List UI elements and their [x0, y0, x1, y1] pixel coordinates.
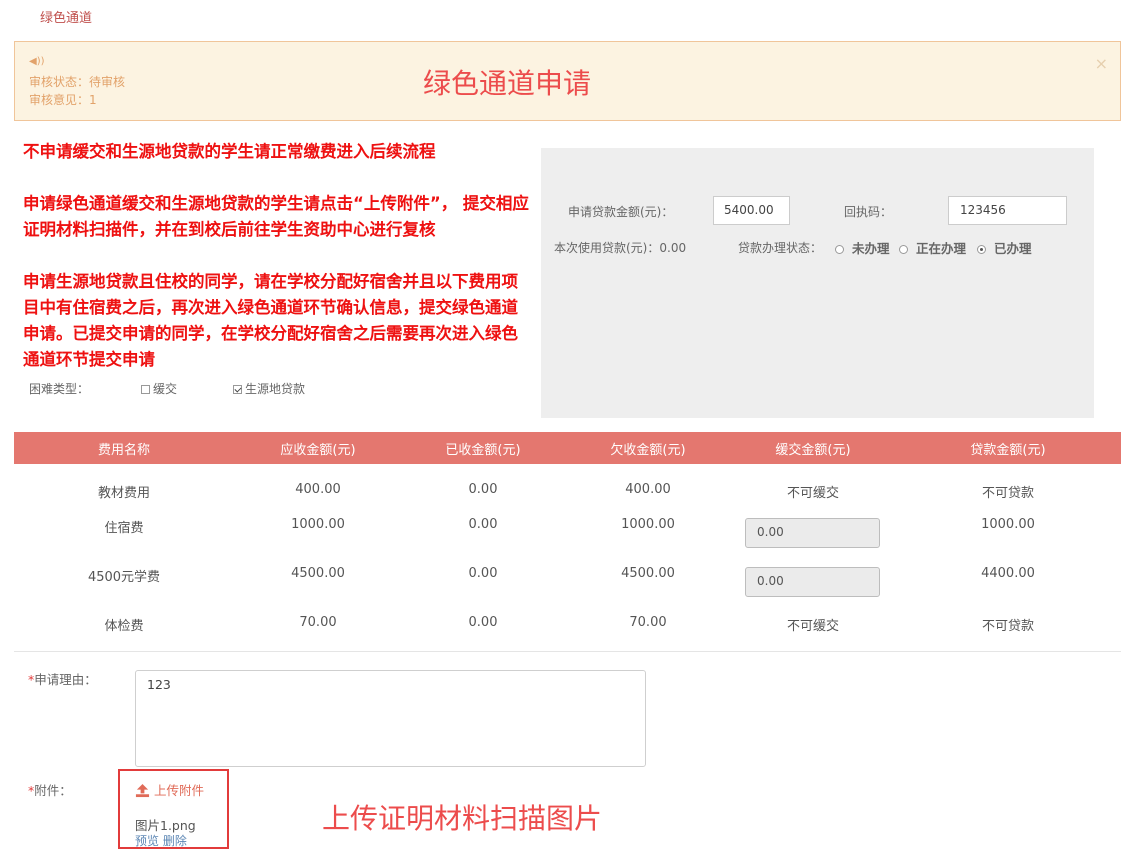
defer-amount: 不可缓交	[786, 619, 840, 634]
header-paid-amount: 已收金额(元)	[445, 443, 521, 458]
paid-amount: 0.00	[468, 566, 498, 581]
loan-amount: 不可贷款	[981, 486, 1035, 501]
receipt-code-label: 回执码：	[844, 205, 893, 219]
loan-status-label: 贷款办理状态：	[738, 241, 823, 255]
preview-link[interactable]: 预览	[135, 834, 159, 848]
defer-amount-input[interactable]: 0.00	[745, 518, 880, 548]
instruction-line: 申请生源地贷款且住校的同学，请在学校分配好宿舍并且以下费用项目中有住宿费之后，再…	[23, 272, 518, 369]
annotation-upload-scan: 上传证明材料扫描图片	[322, 802, 603, 835]
loan-status-not-processed[interactable]: 未办理	[835, 238, 890, 257]
defer-amount-input[interactable]: 0.00	[745, 567, 880, 597]
loan-status-processing[interactable]: 正在办理	[899, 238, 966, 257]
owed-amount: 4500.00	[621, 566, 675, 581]
review-notice: ◀)) 审核状态：待审核 审核意见：1 绿色通道申请 ×	[14, 41, 1121, 121]
radio-icon	[835, 245, 844, 254]
annotation-green-channel: 绿色通道申请	[423, 67, 592, 100]
divider	[14, 651, 1121, 652]
hardship-option-loan[interactable]: 生源地贷款	[233, 380, 305, 397]
upload-icon	[135, 783, 150, 798]
radio-icon	[899, 245, 908, 254]
due-amount: 1000.00	[291, 517, 345, 532]
fee-table-header: 费用名称 应收金额(元) 已收金额(元) 欠收金额(元) 缓交金额(元) 贷款金…	[14, 432, 1121, 464]
upload-attachment-button[interactable]: 上传附件	[135, 780, 204, 799]
page-title: 绿色通道	[40, 11, 93, 26]
header-defer-amount: 缓交金额(元)	[775, 443, 851, 458]
paid-amount: 0.00	[468, 615, 498, 630]
receipt-code-input[interactable]: 123456	[948, 196, 1067, 225]
loan-amount: 1000.00	[981, 517, 1035, 532]
checkbox-checked-icon	[233, 385, 242, 394]
defer-amount: 不可缓交	[786, 486, 840, 501]
fee-name: 4500元学费	[87, 570, 161, 585]
radio-checked-icon	[977, 245, 986, 254]
instruction-line: 申请绿色通道缓交和生源地贷款的学生请点击“上传附件”， 提交相应证明材料扫描件，…	[23, 194, 529, 239]
reason-label: *申请理由：	[28, 672, 97, 687]
attachment-label: *附件：	[28, 783, 72, 798]
header-fee-name: 费用名称	[97, 443, 151, 458]
due-amount: 400.00	[295, 482, 341, 497]
loan-status-processed[interactable]: 已办理	[977, 238, 1032, 257]
owed-amount: 400.00	[625, 482, 671, 497]
fee-name: 教材费用	[97, 486, 151, 501]
loan-used-text: 本次使用贷款(元)：0.00	[554, 241, 687, 255]
paid-amount: 0.00	[468, 517, 498, 532]
attachment-highlight: 上传附件 图片1.png 预览 删除	[118, 769, 229, 849]
speaker-icon: ◀))	[29, 56, 45, 67]
header-loan-amount: 贷款金额(元)	[970, 443, 1046, 458]
header-due-amount: 应收金额(元)	[280, 443, 356, 458]
close-icon[interactable]: ×	[1095, 54, 1108, 73]
owed-amount: 1000.00	[621, 517, 675, 532]
loan-amount-input[interactable]: 5400.00	[713, 196, 790, 225]
review-status: 审核状态：待审核	[29, 75, 126, 89]
owed-amount: 70.00	[629, 615, 667, 630]
instruction-line: 不申请缓交和生源地贷款的学生请正常缴费进入后续流程	[23, 142, 436, 161]
header-owed-amount: 欠收金额(元)	[610, 443, 686, 458]
fee-name: 体检费	[104, 619, 144, 634]
hardship-type-label: 困难类型：	[29, 382, 90, 396]
loan-panel: 申请贷款金额(元)： 5400.00 回执码： 123456 本次使用贷款(元)…	[541, 148, 1094, 418]
due-amount: 4500.00	[291, 566, 345, 581]
hardship-option-defer[interactable]: 缓交	[141, 380, 177, 397]
attachment-actions: 预览 删除	[135, 832, 187, 849]
paid-amount: 0.00	[468, 482, 498, 497]
loan-amount: 不可贷款	[981, 619, 1035, 634]
review-opinion: 审核意见：1	[29, 93, 97, 107]
due-amount: 70.00	[299, 615, 337, 630]
delete-link[interactable]: 删除	[163, 834, 187, 848]
fee-name: 住宿费	[104, 521, 144, 536]
loan-amount: 4400.00	[981, 566, 1035, 581]
instructions: 不申请缓交和生源地贷款的学生请正常缴费进入后续流程 申请绿色通道缓交和生源地贷款…	[23, 139, 533, 373]
reason-textarea[interactable]: 123	[135, 670, 646, 767]
loan-amount-label: 申请贷款金额(元)：	[568, 205, 674, 219]
checkbox-icon	[141, 385, 150, 394]
